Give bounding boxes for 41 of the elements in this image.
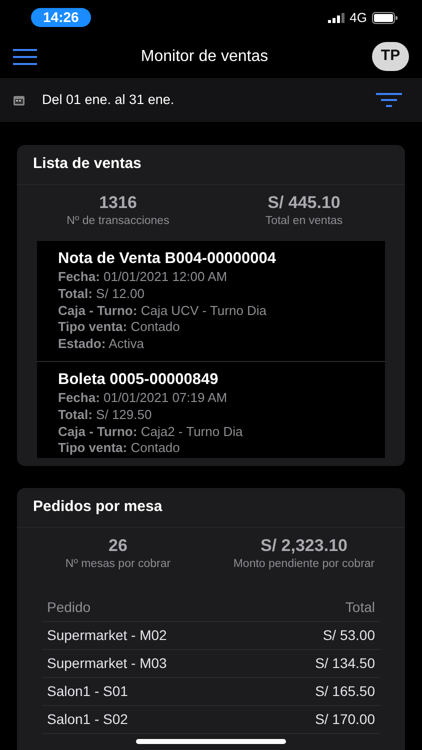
signal-icon [328,12,345,22]
stat-value: S/ 2,323.10 [260,536,348,556]
table-cell-text: Supermarket - M02 [47,626,167,645]
table-cell-text: Salon1 - S01 [47,682,128,701]
sale-detail: Tipo venta: Contado [58,319,181,336]
table-cell-text: S/ 170.00 [315,710,375,729]
menu-button[interactable] [13,48,37,64]
filter-icon[interactable] [376,93,402,107]
card-title: Pedidos por mesa [33,497,162,518]
status-time: 14:26 [31,8,91,27]
table-cell-text: S/ 134.50 [315,654,375,673]
table-cell-text: Salon1 - S02 [47,710,128,729]
stat-value: 1316 [99,193,137,213]
sale-detail: Tipo venta: Contado [58,440,181,458]
table-cell-text: S/ 53.00 [322,626,375,645]
card-title: Lista de ventas [33,154,142,174]
stat-value: S/ 445.10 [268,193,340,213]
date-range[interactable]: Del 01 ene. al 31 ene. [42,90,376,110]
calendar-icon [13,94,25,106]
user-avatar[interactable]: TP [372,42,409,71]
sale-detail: Total: S/ 129.50 [58,406,153,424]
sale-detail: Caja - Turno: Caja2 - Turno Dia [58,424,244,440]
sale-detail: Total: S/ 12.00 [58,286,146,303]
column-header: Total [345,598,375,617]
sale-detail: Fecha: 01/01/2021 07:19 AM [58,390,228,407]
table-cell-text: S/ 165.50 [315,682,375,701]
column-header: Pedido [47,598,91,617]
stat-label: Nº de transacciones [66,214,170,229]
battery-icon [372,12,398,24]
network-label: 4G [350,10,367,26]
sale-detail: Estado: Activa [58,336,145,353]
stat-label: Nº mesas por cobrar [65,557,171,572]
sale-detail: Caja - Turno: Caja UCV - Turno Dia [58,302,268,320]
stat-label: Monto pendiente por cobrar [233,557,375,572]
table-cell-text: Supermarket - M03 [47,654,167,673]
header-title: Monitor de ventas [140,46,268,66]
sale-title[interactable]: Nota de Venta B004-00000004 [58,249,385,269]
stat-label: Total en ventas [265,214,343,229]
stat-value: 26 [108,536,128,556]
sale-detail: Fecha: 01/01/2021 12:00 AM [58,269,228,286]
sale-title[interactable]: Boleta 0005-00000849 [58,370,385,390]
